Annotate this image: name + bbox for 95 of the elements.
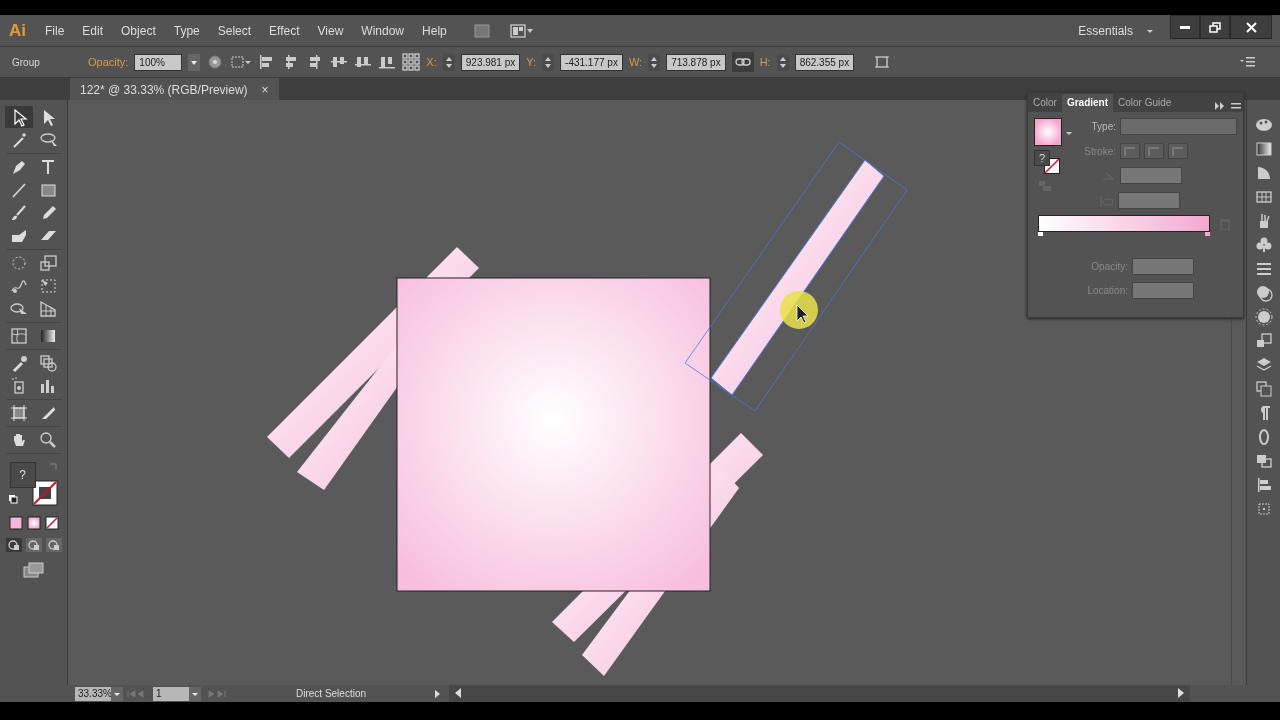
close-button[interactable]: [1230, 15, 1272, 39]
y-field[interactable]: -431.177 px: [560, 53, 623, 71]
draw-normal-icon[interactable]: [5, 538, 22, 552]
fill-swatch[interactable]: ?: [9, 462, 36, 488]
menu-item[interactable]: Window: [352, 21, 414, 40]
gradient-swatch-icon[interactable]: [26, 516, 41, 530]
panel-tab[interactable]: Color: [1028, 94, 1062, 112]
perspective-grid-icon: [38, 299, 58, 319]
height-field[interactable]: 862.355 px: [794, 53, 855, 71]
menu-item[interactable]: Edit: [73, 21, 113, 40]
none-swatch-icon[interactable]: [44, 516, 59, 530]
height-label: H:: [759, 54, 771, 70]
grid-icon[interactable]: [1254, 188, 1273, 206]
workspace-switcher[interactable]: Essentials: [1069, 21, 1142, 40]
panel-menu-icon[interactable]: [1213, 100, 1243, 112]
align-icon[interactable]: [378, 54, 397, 70]
y-label: Y:: [526, 54, 537, 70]
restore-button[interactable]: [1200, 15, 1230, 39]
link-icon[interactable]: [731, 52, 754, 72]
scroll-left-icon[interactable]: [453, 687, 463, 699]
stepper-icon[interactable]: [542, 53, 555, 71]
reference-point-icon[interactable]: [402, 53, 421, 71]
panel-tab[interactable]: Color Guide: [1113, 94, 1177, 112]
app-logo: Ai: [8, 19, 27, 42]
gradient-preview-swatch[interactable]: [1034, 118, 1062, 146]
free-transform-icon: [38, 276, 58, 296]
panel-tab[interactable]: Gradient: [1061, 94, 1114, 112]
club-icon[interactable]: [1254, 236, 1273, 254]
caret-icon[interactable]: [1066, 130, 1072, 136]
graphic-styles-icon[interactable]: [1254, 332, 1273, 350]
type-label: Type:: [1090, 120, 1116, 134]
swap-icon[interactable]: [7, 494, 18, 504]
menu-item[interactable]: Help: [413, 21, 456, 40]
arrange-documents-icon[interactable]: [509, 23, 534, 38]
menu-item[interactable]: Effect: [260, 21, 309, 40]
stepper-icon[interactable]: [648, 53, 661, 71]
zoom-icon: [38, 430, 58, 450]
stroke-gradient-icon: [1120, 143, 1140, 159]
fill-swatch[interactable]: ?: [1034, 150, 1050, 166]
align-icon[interactable]: [330, 54, 349, 70]
artboard-field[interactable]: 1: [153, 686, 189, 701]
gradient-ramp[interactable]: [1038, 215, 1210, 232]
paintbrush-icon: [9, 203, 29, 223]
mesh-icon: [9, 326, 29, 346]
blend-icon: [38, 353, 58, 373]
menu-item[interactable]: Select: [208, 21, 261, 40]
restore-icon: [1209, 21, 1221, 33]
scroll-right-icon[interactable]: [1176, 687, 1186, 699]
artboards-icon[interactable]: [1254, 380, 1273, 398]
stepper-icon[interactable]: [776, 53, 789, 71]
x-field[interactable]: 923.981 px: [460, 53, 521, 71]
rotate-icon: [9, 253, 29, 273]
menu-item[interactable]: Object: [112, 21, 165, 40]
x-label: X:: [426, 54, 437, 70]
draw-behind-icon[interactable]: [25, 538, 42, 552]
screen-mode-icon[interactable]: [22, 562, 45, 578]
palette-icon[interactable]: [1254, 116, 1273, 134]
align-icon[interactable]: [354, 54, 373, 70]
panel-menu-icon[interactable]: [1240, 56, 1256, 68]
status-text: Direct Selection: [295, 687, 367, 701]
opacity-label: Opacity:: [88, 54, 129, 70]
menu-item[interactable]: View: [308, 21, 353, 40]
tool-button[interactable]: [5, 106, 33, 128]
recolor-icon[interactable]: [206, 54, 225, 70]
stroke-gradient-icon: [1144, 143, 1164, 159]
draw-inside-icon[interactable]: [45, 538, 62, 552]
opacity-field[interactable]: 100%: [134, 53, 183, 71]
width-label: W:: [628, 54, 643, 70]
artboard-icon: [9, 403, 29, 423]
close-icon: [1245, 21, 1257, 33]
dropdown-button[interactable]: [111, 686, 123, 701]
stroke-lines-icon[interactable]: [1254, 260, 1273, 278]
zoom-field[interactable]: 33.33%: [75, 686, 111, 701]
minimize-button[interactable]: [1170, 15, 1200, 39]
minimize-icon: [1180, 25, 1190, 29]
horizontal-scrollbar[interactable]: [449, 685, 1190, 702]
scale-icon: [38, 253, 58, 273]
close-tab-button[interactable]: ×: [261, 81, 269, 100]
stepper-icon[interactable]: [442, 53, 455, 71]
gradient-icon[interactable]: [1254, 140, 1273, 158]
pathfinder-icon[interactable]: [1254, 452, 1273, 470]
menu-item[interactable]: File: [36, 21, 74, 40]
appearance-icon[interactable]: [1254, 308, 1273, 326]
width-field[interactable]: 713.878 px: [666, 53, 726, 71]
transparency-icon[interactable]: [1254, 284, 1273, 302]
dropdown-button[interactable]: [189, 686, 201, 701]
transform-icon[interactable]: [874, 54, 891, 70]
color-swatch-icon[interactable]: [8, 516, 23, 530]
dropdown-button[interactable]: [188, 53, 201, 71]
menu-item[interactable]: Type: [164, 21, 209, 40]
selection-type-label: Group: [12, 55, 41, 70]
cursor-icon: [796, 304, 809, 324]
stroke-none-swatch[interactable]: [31, 480, 58, 506]
document-tab[interactable]: 122* @ 33.33% (RGB/Preview): [80, 81, 248, 100]
stroke-gradient-icon: [1168, 143, 1188, 159]
